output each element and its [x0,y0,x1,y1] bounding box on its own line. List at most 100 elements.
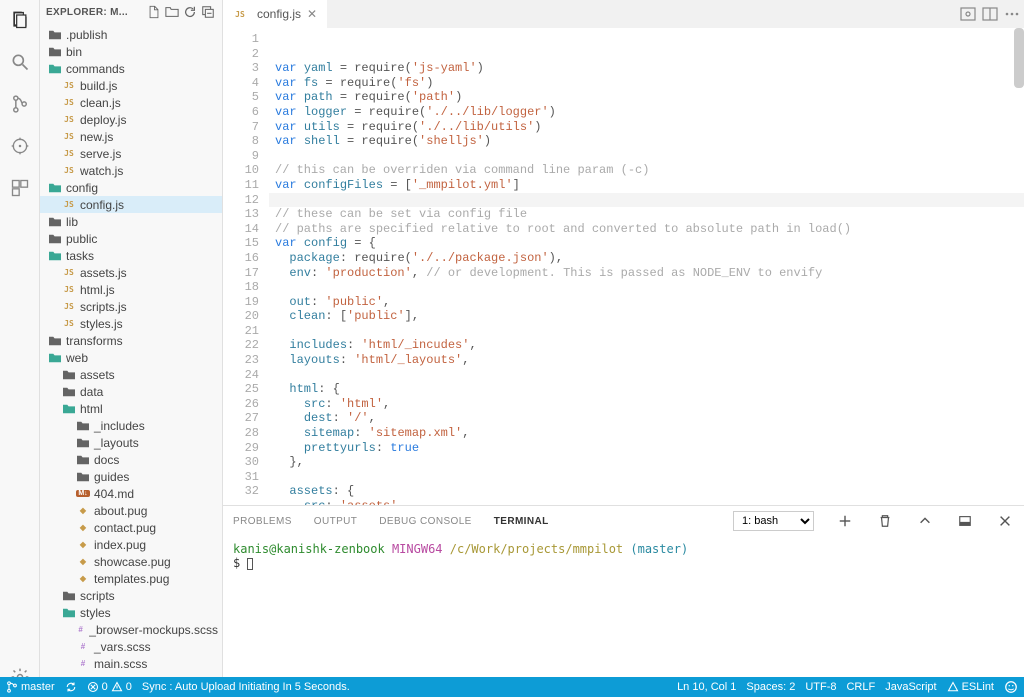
tree-item[interactable]: ◆contact.pug [40,519,222,536]
extensions-icon[interactable] [8,176,32,200]
search-icon[interactable] [8,50,32,74]
tree-item[interactable]: JSassets.js [40,264,222,281]
tree-item[interactable]: ◆showcase.pug [40,553,222,570]
tree-item[interactable]: tasks [40,247,222,264]
tree-item[interactable]: bin [40,43,222,60]
panel-toggle-icon[interactable] [956,512,974,530]
folder-icon [76,470,90,484]
terminal-selector[interactable]: 1: bash [733,511,814,531]
status-branch[interactable]: master [6,681,55,693]
terminal-output[interactable]: kanis@kanishk-zenbook MINGW64 /c/Work/pr… [223,536,1024,697]
folder-icon [48,351,62,365]
tree-item[interactable]: #main.scss [40,655,222,672]
folder-icon [48,62,62,76]
sidebar: EXPLORER: M... .publishbincommandsJSbuil… [40,0,223,697]
tree-item-label: new.js [80,130,113,144]
split-editor-icon[interactable] [980,4,1000,24]
tree-item[interactable]: JSconfig.js [40,196,222,213]
folder-icon [48,45,62,59]
tree-item[interactable]: scripts [40,587,222,604]
tree-item[interactable]: styles [40,604,222,621]
tree-item-label: _vars.scss [94,640,151,654]
refresh-icon[interactable] [182,4,198,20]
tree-item[interactable]: _layouts [40,434,222,451]
tree-item[interactable]: JSwatch.js [40,162,222,179]
tree-item-label: config.js [80,198,124,212]
scss-file-icon: # [76,657,90,671]
new-folder-icon[interactable] [164,4,180,20]
tree-item[interactable]: M↓404.md [40,485,222,502]
maximize-panel-icon[interactable] [916,512,934,530]
status-sync-msg[interactable]: Sync : Auto Upload Initiating In 5 Secon… [142,681,350,693]
tree-item[interactable]: public [40,230,222,247]
js-file-icon: JS [62,79,76,93]
tree-item[interactable]: docs [40,451,222,468]
panel-tab-problems[interactable]: PROBLEMS [233,516,292,527]
status-problems[interactable]: 0 0 [87,681,132,693]
tree-item[interactable]: JSstyles.js [40,315,222,332]
tree-item-label: styles.js [80,317,123,331]
status-encoding[interactable]: UTF-8 [805,681,836,693]
tree-item[interactable]: JSdeploy.js [40,111,222,128]
status-eol[interactable]: CRLF [846,681,875,693]
split-compare-icon[interactable] [958,4,978,24]
kill-terminal-icon[interactable] [876,512,894,530]
tree-item[interactable]: assets [40,366,222,383]
panel-tab-terminal[interactable]: TERMINAL [494,516,549,527]
file-tree: .publishbincommandsJSbuild.jsJSclean.jsJ… [40,24,222,697]
tree-item-label: public [66,232,97,246]
tree-item-label: config [66,181,98,195]
tree-item[interactable]: JSclean.js [40,94,222,111]
tree-item-label: docs [94,453,119,467]
status-feedback-icon[interactable] [1004,680,1018,694]
tree-item[interactable]: ◆templates.pug [40,570,222,587]
tree-item[interactable]: guides [40,468,222,485]
tree-item[interactable]: # _vars.scss [40,638,222,655]
tree-item[interactable]: .publish [40,26,222,43]
tree-item[interactable]: lib [40,213,222,230]
debug-icon[interactable] [8,134,32,158]
tree-item-label: bin [66,45,82,59]
js-file-icon: JS [62,164,76,178]
tree-item[interactable]: html [40,400,222,417]
more-actions-icon[interactable] [1002,4,1022,24]
tree-item[interactable]: commands [40,60,222,77]
tree-item[interactable]: web [40,349,222,366]
js-file-icon: JS [62,113,76,127]
status-cursor-pos[interactable]: Ln 10, Col 1 [677,681,736,693]
editor-scrollbar[interactable] [1014,28,1024,505]
tree-item[interactable]: JSserve.js [40,145,222,162]
panel-tab-debug[interactable]: DEBUG CONSOLE [379,516,471,527]
tree-item[interactable]: config [40,179,222,196]
tree-item[interactable]: transforms [40,332,222,349]
new-terminal-icon[interactable] [836,512,854,530]
new-file-icon[interactable] [146,4,162,20]
status-sync-icon[interactable] [65,681,77,693]
tree-item[interactable]: ◆about.pug [40,502,222,519]
close-panel-icon[interactable] [996,512,1014,530]
scss-file-icon: # [76,640,90,654]
panel-tab-output[interactable]: OUTPUT [314,516,358,527]
explorer-icon[interactable] [8,8,32,32]
tree-item[interactable]: #_browser-mockups.scss [40,621,222,638]
editor[interactable]: 1234567891011121314151617181920212223242… [223,28,1024,505]
code-area[interactable]: var yaml = require('js-yaml')var fs = re… [269,28,1024,505]
tab-config-js[interactable]: JS config.js ✕ [223,0,327,28]
status-eslint[interactable]: ESLint [947,681,994,693]
tree-item-label: assets.js [80,266,127,280]
status-indent[interactable]: Spaces: 2 [746,681,795,693]
tree-item[interactable]: JShtml.js [40,281,222,298]
source-control-icon[interactable] [8,92,32,116]
tree-item[interactable]: JSbuild.js [40,77,222,94]
folder-icon [48,232,62,246]
tree-item[interactable]: data [40,383,222,400]
tree-item-label: 404.md [94,487,134,501]
folder-icon [62,606,76,620]
tree-item[interactable]: _includes [40,417,222,434]
collapse-all-icon[interactable] [200,4,216,20]
tree-item[interactable]: JSnew.js [40,128,222,145]
status-language[interactable]: JavaScript [885,681,936,693]
tree-item[interactable]: JSscripts.js [40,298,222,315]
tree-item[interactable]: ◆index.pug [40,536,222,553]
close-tab-icon[interactable]: ✕ [307,7,317,21]
